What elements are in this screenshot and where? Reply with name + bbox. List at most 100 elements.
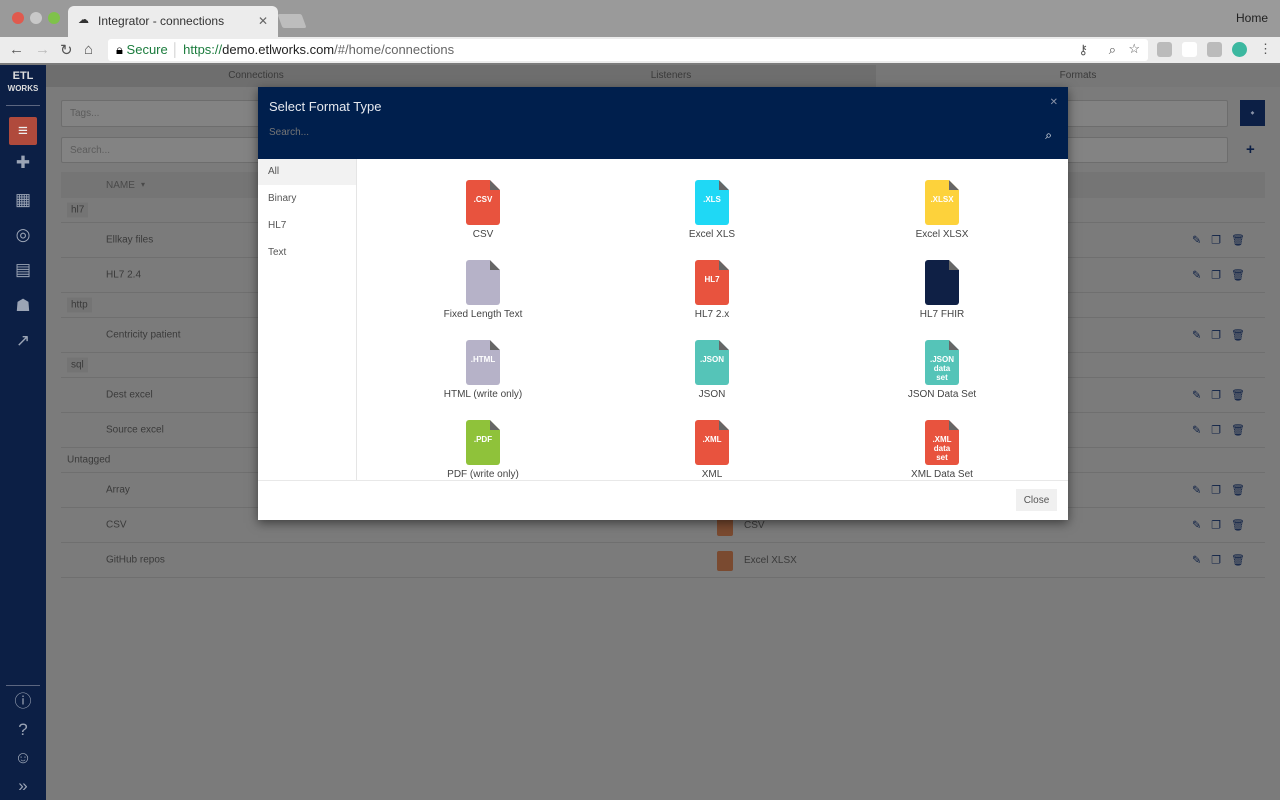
edit-icon[interactable]: ✎ [1192, 235, 1211, 247]
delete-icon[interactable]: 🗑︎ [1231, 425, 1255, 437]
compass-icon[interactable]: ◎ [11, 224, 35, 246]
edit-icon[interactable]: ✎ [1192, 555, 1211, 567]
maximize-window-button[interactable] [48, 12, 60, 24]
format-option[interactable]: .XLS Excel XLS [612, 180, 812, 240]
tag-filter-button[interactable]: ⬩ [1240, 100, 1265, 126]
duplicate-icon[interactable]: ❐ [1211, 330, 1231, 342]
category-binary[interactable]: Binary [258, 186, 356, 212]
extension-icon[interactable] [1232, 42, 1247, 57]
tab-connections[interactable]: Connections [46, 65, 466, 87]
format-label: HL7 FHIR [919, 309, 965, 320]
name-column-header[interactable]: NAME [106, 180, 135, 191]
home-icon[interactable]: ⌂ [84, 41, 93, 58]
url-input[interactable]: 🔒︎ Secure │ https://demo.etlworks.com/#/… [108, 39, 1148, 61]
duplicate-icon[interactable]: ❐ [1211, 485, 1231, 497]
chart-icon[interactable]: ↗ [11, 330, 35, 352]
duplicate-icon[interactable]: ❐ [1211, 555, 1231, 567]
puzzle-icon[interactable]: ✚ [11, 152, 35, 174]
close-window-button[interactable] [12, 12, 24, 24]
database-icon[interactable]: ≡ [9, 117, 37, 145]
duplicate-icon[interactable]: ❐ [1211, 235, 1231, 247]
close-tab-icon[interactable]: ✕ [258, 14, 268, 28]
forward-icon[interactable]: → [35, 41, 50, 58]
format-option[interactable]: Fixed Length Text [383, 260, 583, 320]
format-option[interactable]: .XML data set XML Data Set [842, 420, 1042, 480]
category-text[interactable]: Text [258, 240, 356, 266]
row-name: GitHub repos [106, 554, 165, 566]
category-all[interactable]: All [258, 159, 356, 185]
archive-icon[interactable]: ▤ [11, 259, 35, 281]
format-option[interactable]: .JSON data set JSON Data Set [842, 340, 1042, 400]
category-hl7[interactable]: HL7 [258, 213, 356, 239]
format-label: Excel XLSX [915, 229, 969, 240]
tab-listeners[interactable]: Listeners [466, 65, 876, 87]
browser-tab[interactable]: ☁ Integrator - connections ✕ [68, 6, 278, 37]
users-icon[interactable]: ☗ [11, 295, 35, 317]
format-option[interactable]: .PDF PDF (write only) [383, 420, 583, 480]
sort-down-icon[interactable]: ▾ [141, 180, 145, 189]
format-label: XML Data Set [911, 469, 973, 480]
user-icon[interactable]: ☺ [11, 747, 35, 769]
reload-icon[interactable]: ↻ [60, 41, 73, 59]
delete-icon[interactable]: 🗑︎ [1231, 235, 1255, 247]
edit-icon[interactable]: ✎ [1192, 520, 1211, 532]
search-icon[interactable]: ⌕ [1045, 128, 1052, 143]
format-option[interactable]: HL7 FHIR [842, 260, 1042, 320]
close-icon[interactable]: ✕ [1050, 97, 1058, 108]
duplicate-icon[interactable]: ❐ [1211, 425, 1231, 437]
format-option[interactable]: .XLSX Excel XLSX [842, 180, 1042, 240]
close-button[interactable]: Close [1016, 489, 1057, 511]
zoom-icon[interactable]: ⌕ [1109, 42, 1116, 58]
icon-text: .PDF [473, 435, 493, 444]
format-option[interactable]: .HTML HTML (write only) [383, 340, 583, 400]
format-option[interactable]: .CSV CSV [383, 180, 583, 240]
row-format: CSV [744, 520, 765, 531]
format-search-input[interactable] [269, 127, 1029, 138]
tab-formats[interactable]: Formats [876, 65, 1280, 87]
icon-text: .XML [702, 435, 722, 444]
minimize-window-button[interactable] [30, 12, 42, 24]
profile-label[interactable]: Home [1236, 11, 1268, 25]
calendar-icon[interactable]: ▦ [11, 189, 35, 211]
table-row[interactable]: GitHub repos Excel XLSX ✎❐🗑︎ [61, 543, 1265, 578]
icon-text: .XLSX [930, 195, 954, 204]
format-label: PDF (write only) [447, 469, 519, 480]
format-option[interactable]: HL7 HL7 2.x [612, 260, 812, 320]
extension-icon[interactable] [1157, 42, 1172, 57]
select-format-modal: Select Format Type ✕ ⌕ AllBinaryHL7Text … [258, 87, 1068, 520]
duplicate-icon[interactable]: ❐ [1211, 520, 1231, 532]
file-format-icon: .XML [695, 420, 729, 465]
delete-icon[interactable]: 🗑︎ [1231, 270, 1255, 282]
add-icon[interactable]: + [1246, 141, 1255, 158]
row-format: Excel XLSX [744, 555, 797, 566]
category-list: All Binary HL7 Text [258, 159, 357, 480]
delete-icon[interactable]: 🗑︎ [1231, 520, 1255, 532]
edit-icon[interactable]: ✎ [1192, 270, 1211, 282]
new-tab-button[interactable] [277, 14, 307, 28]
delete-icon[interactable]: 🗑︎ [1231, 330, 1255, 342]
help-icon[interactable]: ? [11, 719, 35, 741]
edit-icon[interactable]: ✎ [1192, 330, 1211, 342]
back-icon[interactable]: ← [9, 41, 24, 58]
duplicate-icon[interactable]: ❐ [1211, 390, 1231, 402]
info-icon[interactable]: ⓘ [11, 691, 35, 713]
modal-footer: Close [258, 480, 1068, 520]
delete-icon[interactable]: 🗑︎ [1231, 555, 1255, 567]
edit-icon[interactable]: ✎ [1192, 425, 1211, 437]
star-icon[interactable]: ☆ [1128, 41, 1140, 57]
key-icon[interactable]: ⚷ [1078, 42, 1088, 58]
extension-icon[interactable] [1207, 42, 1222, 57]
delete-icon[interactable]: 🗑︎ [1231, 485, 1255, 497]
format-option[interactable]: .XML XML [612, 420, 812, 480]
divider [6, 105, 40, 106]
delete-icon[interactable]: 🗑︎ [1231, 390, 1255, 402]
menu-icon[interactable]: ⋮ [1259, 41, 1272, 57]
edit-icon[interactable]: ✎ [1192, 390, 1211, 402]
modal-title: Select Format Type [269, 99, 382, 114]
play-extension-icon[interactable] [1182, 42, 1197, 57]
expand-icon[interactable]: » [11, 775, 35, 797]
format-option[interactable]: .JSON JSON [612, 340, 812, 400]
file-format-icon: .PDF [466, 420, 500, 465]
edit-icon[interactable]: ✎ [1192, 485, 1211, 497]
duplicate-icon[interactable]: ❐ [1211, 270, 1231, 282]
